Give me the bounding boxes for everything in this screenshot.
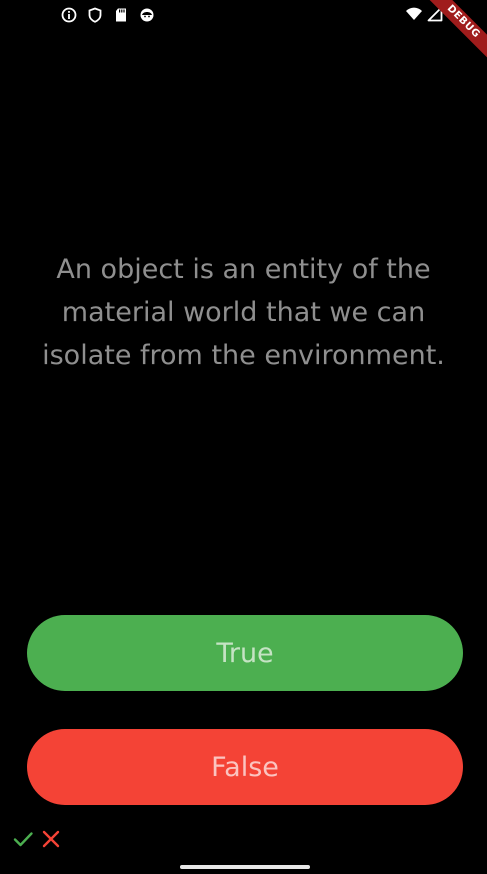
debug-label: DEBUG: [423, 0, 487, 62]
status-icons-left: [60, 6, 156, 24]
shield-icon: [86, 6, 104, 24]
true-button[interactable]: True: [27, 615, 463, 691]
false-button[interactable]: False: [27, 729, 463, 805]
face-icon: [138, 6, 156, 24]
status-bar: DEBUG: [0, 0, 487, 62]
check-icon: [12, 828, 34, 850]
info-icon: [60, 6, 78, 24]
cross-icon: [40, 828, 62, 850]
debug-banner: DEBUG: [417, 0, 487, 70]
home-indicator[interactable]: [180, 865, 310, 869]
sd-card-icon: [112, 6, 130, 24]
score-keeper: [12, 828, 62, 850]
question-text: An object is an entity of the material w…: [42, 254, 445, 371]
